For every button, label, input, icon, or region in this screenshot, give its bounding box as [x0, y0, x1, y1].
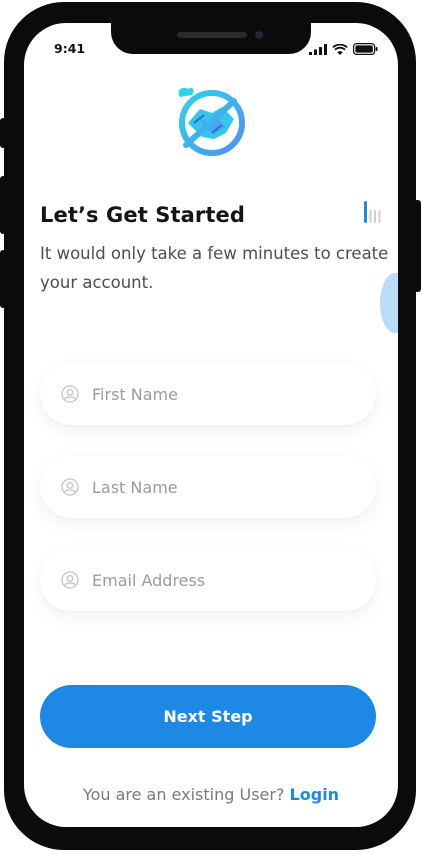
next-step-button[interactable]: Next Step	[40, 685, 376, 748]
login-link[interactable]: Login	[290, 785, 340, 804]
page-title: Let’s Get Started	[40, 203, 245, 227]
login-prompt: You are an existing User? Login	[24, 785, 398, 804]
first-name-field[interactable]	[40, 363, 376, 425]
user-outline-icon	[61, 385, 79, 403]
email-field[interactable]	[40, 549, 376, 611]
device-notch	[111, 23, 311, 54]
speaker-grille	[177, 32, 247, 38]
front-camera	[255, 31, 263, 39]
last-name-field[interactable]	[40, 456, 376, 518]
wifi-icon	[332, 43, 348, 55]
user-outline-icon	[61, 478, 79, 496]
status-time: 9:41	[54, 41, 86, 56]
last-name-input[interactable]	[90, 476, 354, 498]
user-outline-icon	[61, 571, 79, 589]
phone-volume-down-button	[0, 250, 6, 308]
email-input[interactable]	[90, 569, 354, 591]
app-screen: 9:41 Let’s Get Started It would only tak…	[24, 23, 398, 827]
first-name-input[interactable]	[90, 383, 354, 405]
signal-icon	[309, 43, 327, 55]
phone-side-button	[0, 118, 6, 148]
battery-icon	[353, 43, 378, 55]
page-subtitle: It would only take a few minutes to crea…	[40, 244, 389, 292]
handshake-logo-icon	[172, 83, 248, 159]
progress-steps-icon	[364, 201, 384, 229]
existing-user-text: You are an existing User?	[82, 785, 285, 804]
phone-volume-up-button	[0, 176, 6, 234]
status-icons	[309, 43, 378, 55]
phone-power-button	[414, 200, 421, 292]
